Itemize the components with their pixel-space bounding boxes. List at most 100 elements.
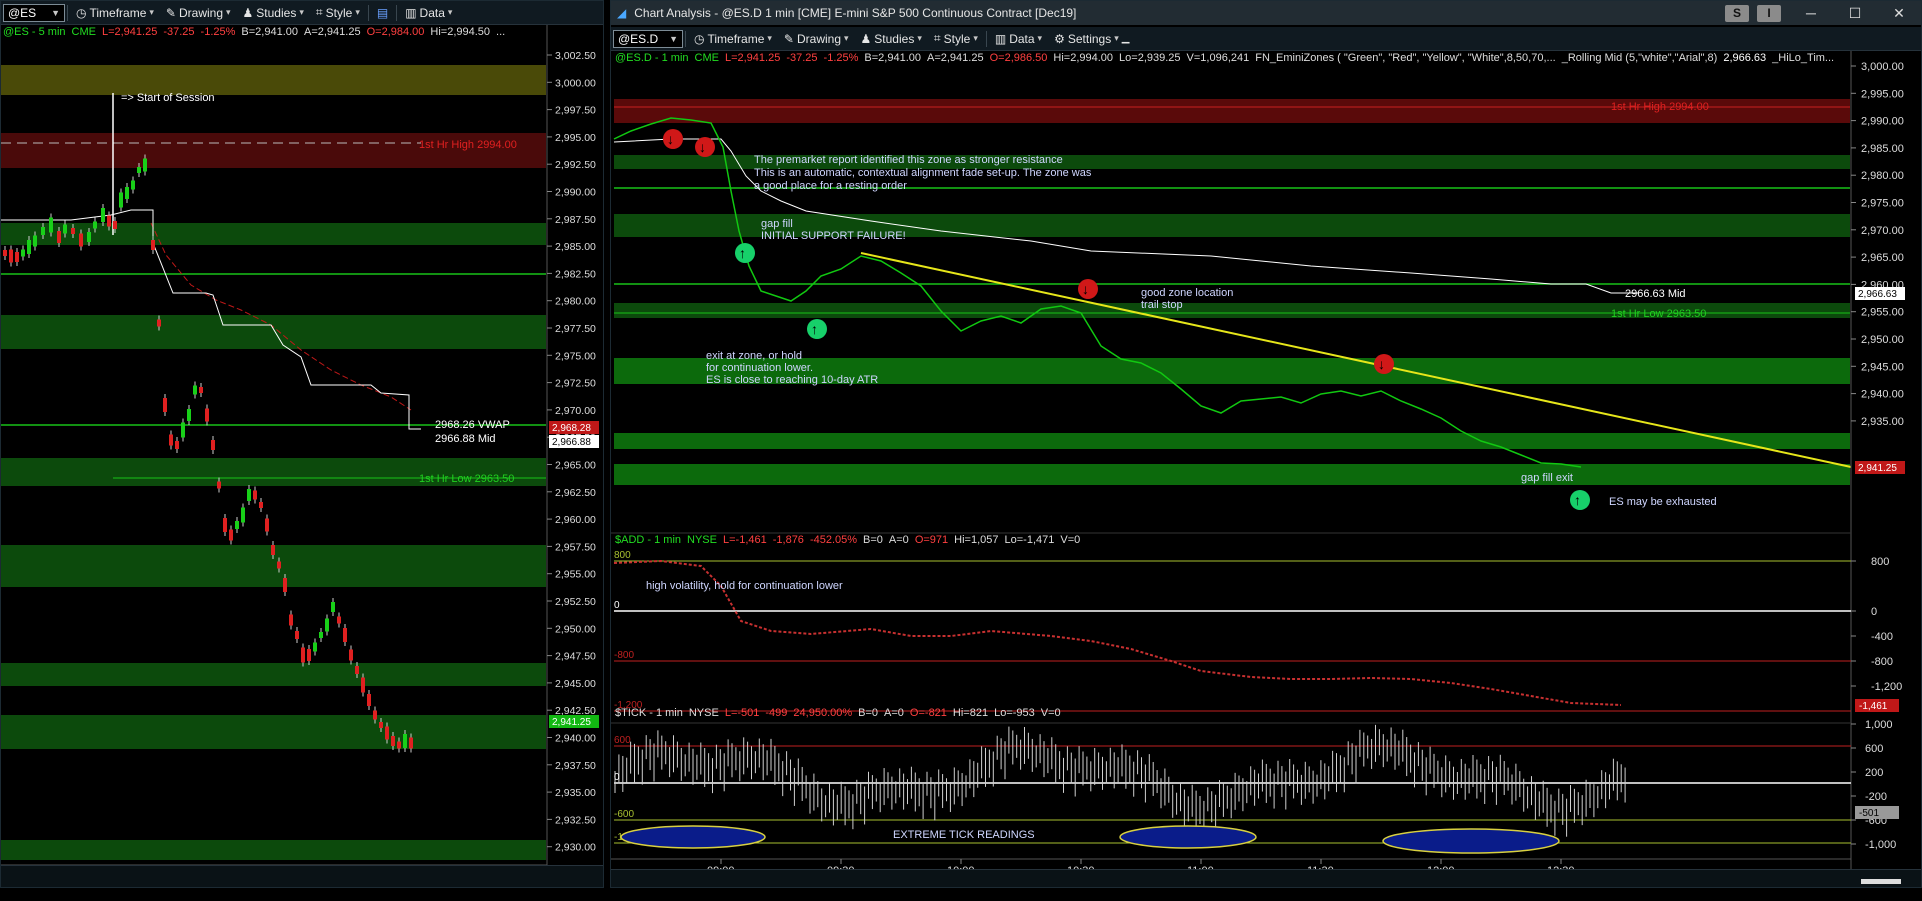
close-icon[interactable]: ✕ <box>1877 5 1921 22</box>
tick-level-neg600: -600 <box>614 809 634 820</box>
add-ask: A=0 <box>888 534 909 546</box>
tick-symbol: $TICK - 1 min <box>615 707 683 719</box>
add-last: L=-1,461 <box>723 534 767 546</box>
clock-icon: ◷ <box>76 5 87 20</box>
header-high: Hi=2,994.50 <box>430 26 491 38</box>
studies-icon: ♟ <box>860 31 872 46</box>
right-header: @ES.D - 1 min CME L=2,941.25 -37.25 -1.2… <box>615 52 1845 68</box>
settings-menu[interactable]: ⚙ Settings ▾ ▁ <box>1048 32 1135 46</box>
add-level-neg800: -800 <box>614 650 634 661</box>
y-tick-label: 2,962.50 <box>555 487 596 499</box>
sell-arrow-glyph: ↓ <box>667 131 674 147</box>
mid-label: 2966.63 Mid <box>1625 288 1686 300</box>
chart-notes: The premarket report identified this zon… <box>706 154 1717 508</box>
studies-menu[interactable]: ♟ Studies ▾ <box>237 6 310 20</box>
style-icon: ⌗ <box>315 5 323 19</box>
candle-body <box>355 666 359 674</box>
header-exchange: CME <box>71 26 96 38</box>
layout-button[interactable]: ▤ <box>371 6 394 20</box>
tick-percent: 24,950.00% <box>793 707 853 719</box>
tick-level-0: 0 <box>614 772 620 783</box>
minimize-icon[interactable]: ─ <box>1789 5 1833 21</box>
price-chart-5min[interactable]: 3,002.50 3,000.00 2,997.50 2,995.00 2,992.50… <box>1 25 604 865</box>
timeframe-menu[interactable]: ◷ Timeframe ▾ <box>688 32 778 46</box>
buy-arrow-glyph: ↑ <box>1574 492 1581 508</box>
style-label: Style <box>325 5 353 20</box>
left-scrollbar-area[interactable] <box>1 865 603 887</box>
y-tick-label: 2,995.00 <box>1861 88 1904 100</box>
add-symbol: $ADD - 1 min <box>615 534 682 546</box>
tick-level-600: 600 <box>614 735 631 746</box>
candle-body <box>373 710 377 720</box>
drawing-label: Drawing <box>796 31 841 46</box>
symbol-value: @ES.D <box>618 31 659 46</box>
good-zone-note: good zone location <box>1141 287 1233 299</box>
start-of-session-label: => Start of Session <box>121 92 215 104</box>
tick-low: Lo=-953 <box>994 707 1035 719</box>
timeframe-label: Timeframe <box>707 31 765 46</box>
maximize-icon[interactable]: ☐ <box>1833 5 1877 22</box>
y-axis: 3,000.00 2,995.00 2,990.00 2,985.00 2,980.00… <box>1850 51 1921 869</box>
drawing-menu[interactable]: ✎ Drawing ▾ <box>778 32 855 46</box>
first-hour-high-label: 1st Hr High 2994.00 <box>1611 101 1709 113</box>
candle-body <box>379 722 383 728</box>
candle-body <box>229 529 233 541</box>
y-tick-label: 2,937.50 <box>555 760 596 772</box>
symbol-selector[interactable]: @ES ▼ <box>3 3 65 22</box>
s-button[interactable]: S <box>1725 4 1749 22</box>
price-chart-1min[interactable]: ↓ ↓ ↑ ↑ ↓ ↓ ↑ The premarket report ident… <box>611 51 1922 869</box>
candle-body <box>217 481 221 489</box>
header-percent: -1.25% <box>823 52 859 64</box>
candle-body <box>193 385 197 395</box>
zones <box>1 65 546 860</box>
y-tick-label: 2,955.00 <box>555 569 596 581</box>
symbol-selector[interactable]: @ES.D ▼ <box>613 29 683 48</box>
data-label: Data <box>1009 31 1035 46</box>
candle-body <box>101 208 105 222</box>
data-menu[interactable]: ▥ Data ▾ <box>399 6 458 20</box>
window-titlebar[interactable]: ◢ Chart Analysis - @ES.D 1 min [CME] E-m… <box>611 1 1921 25</box>
add-level-0: 0 <box>614 600 620 611</box>
y-tick-label: 2,950.00 <box>1861 334 1904 346</box>
header-low: Lo=2,939.25 <box>1119 52 1181 64</box>
header-study-zones: FN_EminiZones ( "Green", "Red", "Yellow"… <box>1255 52 1556 64</box>
chevron-down-icon: ▾ <box>767 33 772 43</box>
tick-high: Hi=821 <box>952 707 989 719</box>
candle-body <box>397 741 401 749</box>
y-tick-label: 2,990.00 <box>555 187 596 199</box>
bar-chart-icon: ▥ <box>405 5 417 20</box>
left-toolbar: @ES ▼ ◷ Timeframe ▾ ✎ Drawing ▾ ♟ Studies ▾ ⌗ St… <box>1 1 603 25</box>
y-tick-label: 2,935.00 <box>1861 416 1904 428</box>
timeframe-menu[interactable]: ◷ Timeframe ▾ <box>70 6 160 20</box>
window-title: Chart Analysis - @ES.D 1 min [CME] E-min… <box>634 6 1077 20</box>
sell-arrow-glyph: ↓ <box>1378 356 1385 372</box>
i-button[interactable]: I <box>1757 4 1781 22</box>
candle-body <box>187 409 191 421</box>
candle-body <box>343 628 347 642</box>
scrollbar-thumb[interactable] <box>1861 879 1901 884</box>
tick-exchange: NYSE <box>688 707 719 719</box>
style-menu[interactable]: ⌗ Style ▾ <box>310 5 366 20</box>
y-tick-label: 2,990.00 <box>1861 116 1904 128</box>
candle-body <box>307 649 311 661</box>
y-tick-label: -800 <box>1871 656 1893 668</box>
style-icon: ⌗ <box>933 31 941 45</box>
studies-menu[interactable]: ♟ Studies ▾ <box>855 32 928 46</box>
style-menu[interactable]: ⌗ Style ▾ <box>928 31 984 46</box>
candle-body <box>79 233 83 247</box>
candle-body <box>301 647 305 663</box>
candle-body <box>3 250 7 256</box>
settings-label: Settings <box>1067 31 1112 46</box>
support-failure-note: INITIAL SUPPORT FAILURE! <box>761 230 906 242</box>
drawing-menu[interactable]: ✎ Drawing ▾ <box>160 6 237 20</box>
tick-volume: V=0 <box>1040 707 1061 719</box>
right-scrollbar-area[interactable] <box>611 869 1921 887</box>
chevron-down-icon: ▾ <box>299 7 304 17</box>
candle-body <box>49 217 53 233</box>
candle-body <box>143 158 147 172</box>
left-header: @ES - 5 min CME L=2,941.25 -37.25 -1.25%… <box>1 26 547 42</box>
add-low: Lo=-1,471 <box>1004 534 1055 546</box>
add-high: Hi=1,057 <box>954 534 999 546</box>
separator <box>985 30 987 47</box>
data-menu[interactable]: ▥ Data ▾ <box>989 32 1048 46</box>
